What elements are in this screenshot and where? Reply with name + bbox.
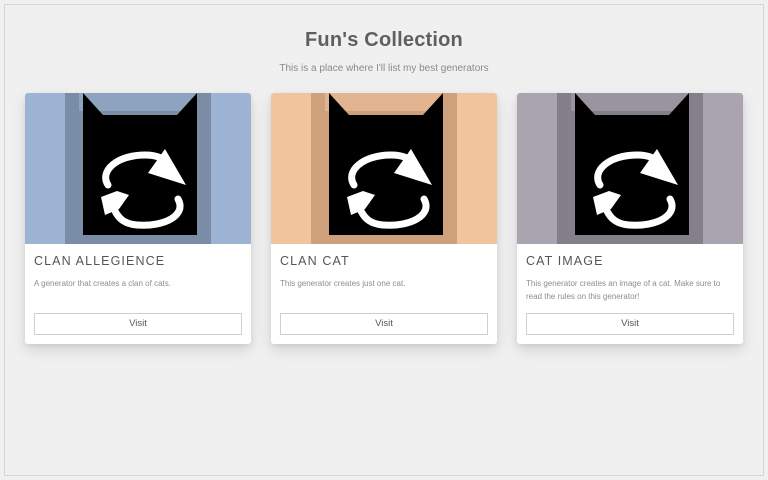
page-subtitle: This is a place where I'll list my best …	[279, 63, 489, 74]
card-title: CLAN CAT	[280, 254, 350, 268]
card-title: CLAN ALLEGIENCE	[34, 254, 166, 268]
visit-button[interactable]: Visit	[34, 313, 242, 335]
card-cat-image: CAT IMAGE This generator creates an imag…	[517, 93, 743, 344]
card-image	[517, 93, 743, 244]
card-clan-cat: CLAN CAT This generator creates just one…	[271, 93, 497, 344]
visit-button[interactable]: Visit	[280, 313, 488, 335]
card-description: This generator creates just one cat.	[280, 279, 406, 288]
card-image	[271, 93, 497, 244]
card-clan-allegience: CLAN ALLEGIENCE A generator that creates…	[25, 93, 251, 344]
card-image	[25, 93, 251, 244]
visit-button[interactable]: Visit	[526, 313, 734, 335]
card-description: This generator creates an image of a cat…	[526, 279, 721, 301]
card-description: A generator that creates a clan of cats.	[34, 279, 171, 288]
page-frame: Fun's Collection This is a place where I…	[4, 4, 764, 476]
page-title: Fun's Collection	[305, 29, 463, 51]
card-title: CAT IMAGE	[526, 254, 604, 268]
